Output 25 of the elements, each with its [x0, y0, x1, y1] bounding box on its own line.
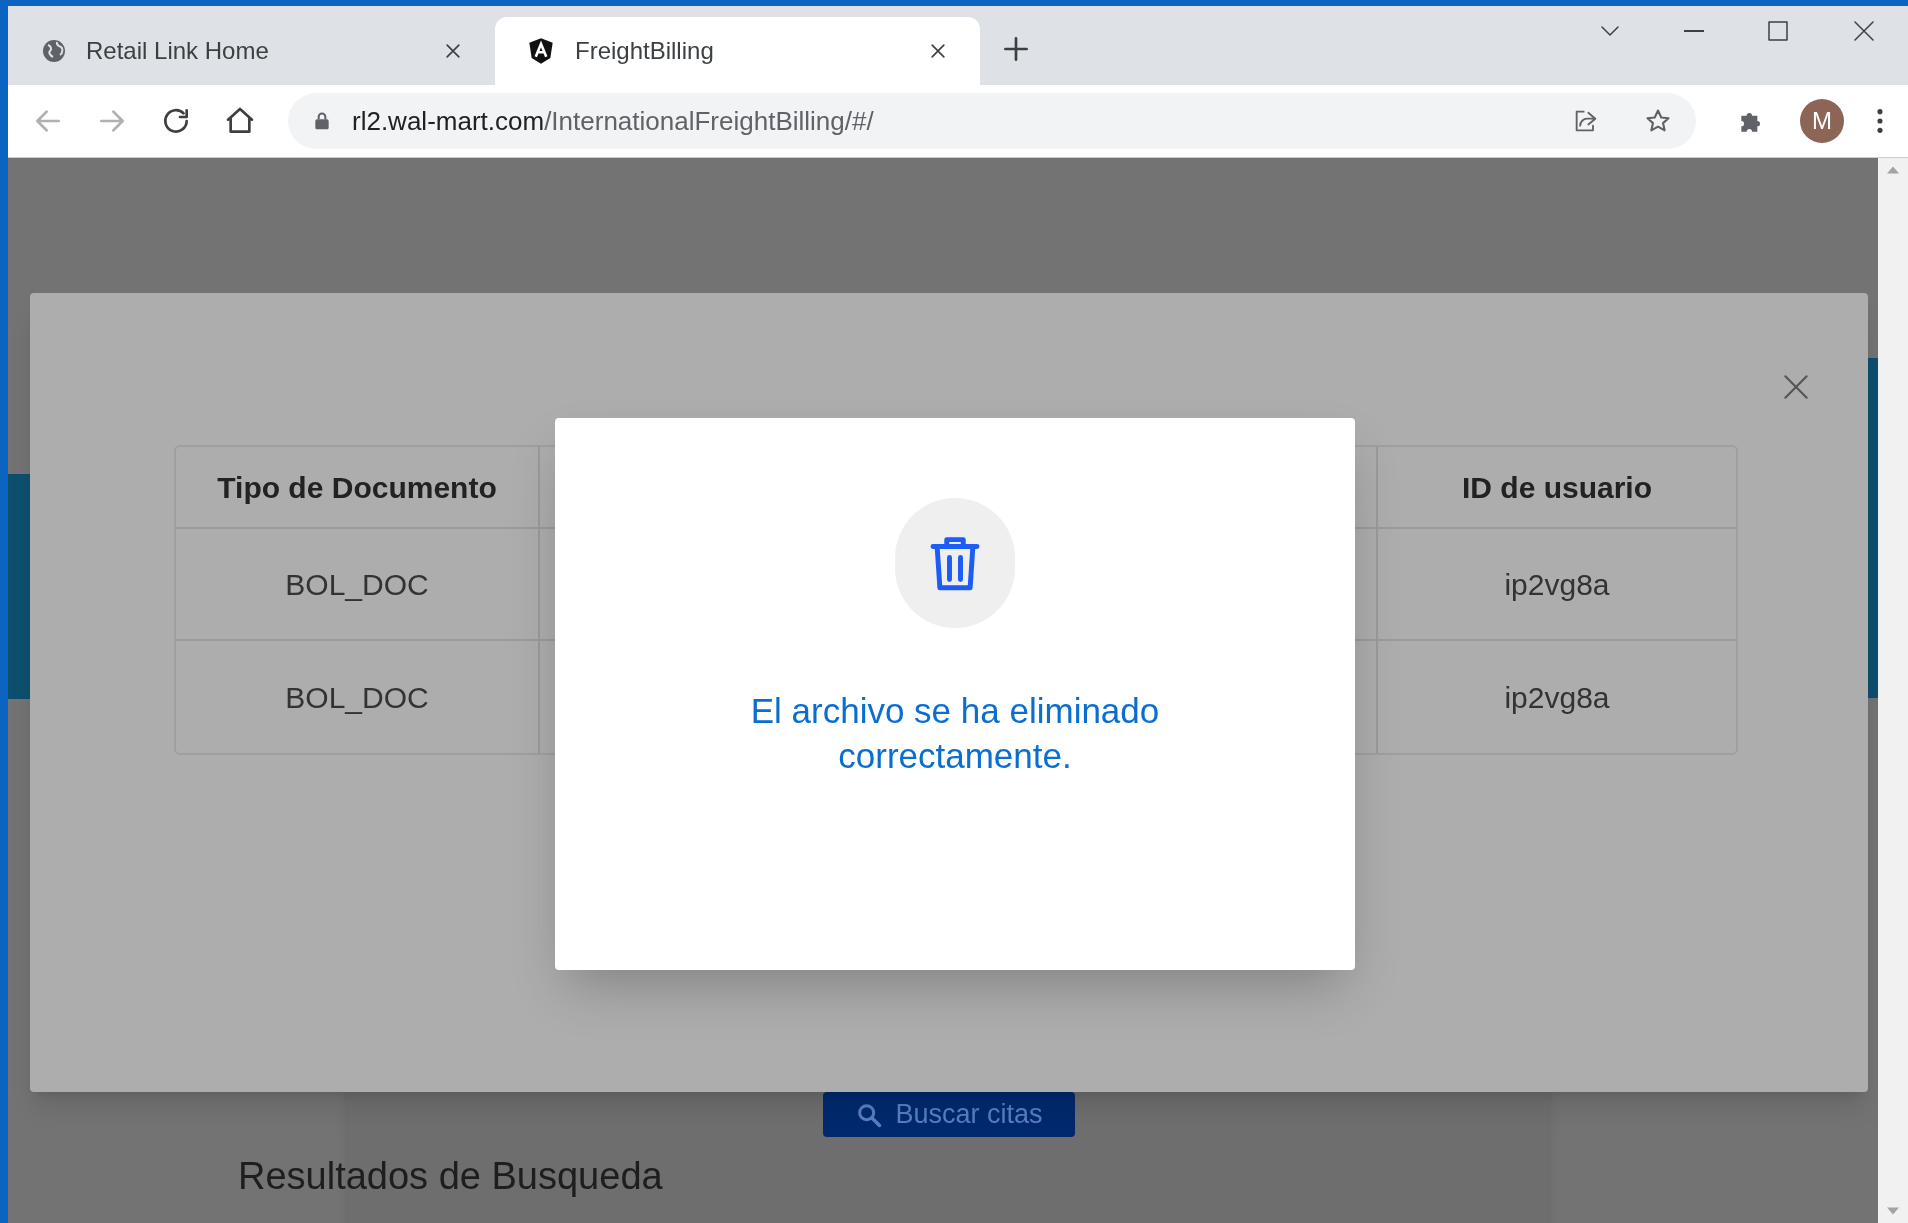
- alert-message: El archivo se ha eliminado correctamente.: [749, 690, 1161, 777]
- url-text: rl2.wal-mart.com/InternationalFreightBilling/#/: [352, 104, 875, 138]
- scroll-up-icon: [1887, 166, 1899, 174]
- column-header: Tipo de Documento: [176, 447, 540, 527]
- profile-avatar[interactable]: M: [1800, 99, 1844, 143]
- close-icon: [443, 41, 463, 61]
- tab-title: Retail Link Home: [86, 36, 270, 66]
- table-cell: BOL_DOC: [176, 529, 540, 639]
- table-cell: ip2vg8a: [1376, 529, 1736, 639]
- column-header: ID de usuario: [1376, 447, 1736, 527]
- close-icon: [928, 41, 948, 61]
- globe-icon: [42, 39, 66, 63]
- lock-icon: [312, 111, 332, 131]
- tab-title: FreightBilling: [575, 36, 715, 66]
- minimize-icon: [1684, 30, 1704, 32]
- close-icon: [1852, 19, 1876, 43]
- scroll-down-icon: [1887, 1207, 1899, 1215]
- more-menu-icon: [1876, 107, 1884, 135]
- browser-tab[interactable]: FreightBilling: [495, 17, 980, 85]
- table-cell: BOL_DOC: [176, 641, 540, 753]
- address-bar[interactable]: rl2.wal-mart.com/InternationalFreightBilling/#/: [288, 93, 1696, 149]
- table-cell: ip2vg8a: [1376, 641, 1736, 753]
- shield-a-icon: [527, 37, 555, 65]
- results-heading: Resultados de Busqueda: [238, 1154, 663, 1199]
- maximize-icon: [1766, 19, 1790, 43]
